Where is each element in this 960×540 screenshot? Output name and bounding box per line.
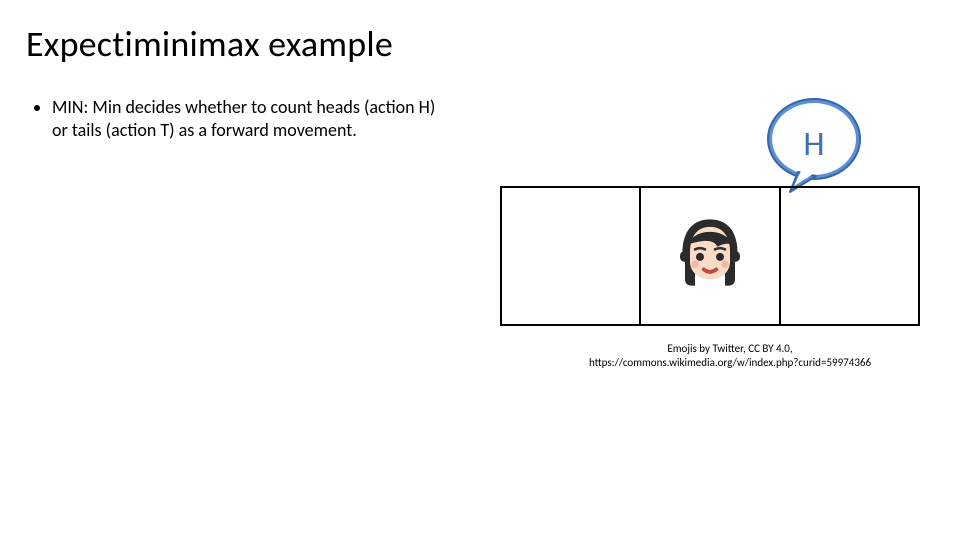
- attribution: Emojis by Twitter, CC BY 4.0, https://co…: [540, 342, 920, 371]
- slide: Expectiminimax example MIN: Min decides …: [0, 0, 960, 540]
- woman-face-icon: [670, 214, 750, 294]
- speech-bubble-text: H: [760, 124, 868, 165]
- page-title: Expectiminimax example: [26, 22, 393, 66]
- bullet-item-min: MIN: Min decides whether to count heads …: [52, 96, 454, 143]
- attribution-line-1: Emojis by Twitter, CC BY 4.0,: [540, 342, 920, 356]
- bullet-list: MIN: Min decides whether to count heads …: [34, 96, 454, 143]
- grid-row: [500, 186, 920, 326]
- grid-cell-2: [641, 188, 780, 324]
- grid-cell-3: [781, 188, 918, 324]
- grid-cell-1: [502, 188, 641, 324]
- attribution-line-2: https://commons.wikimedia.org/w/index.ph…: [540, 356, 920, 370]
